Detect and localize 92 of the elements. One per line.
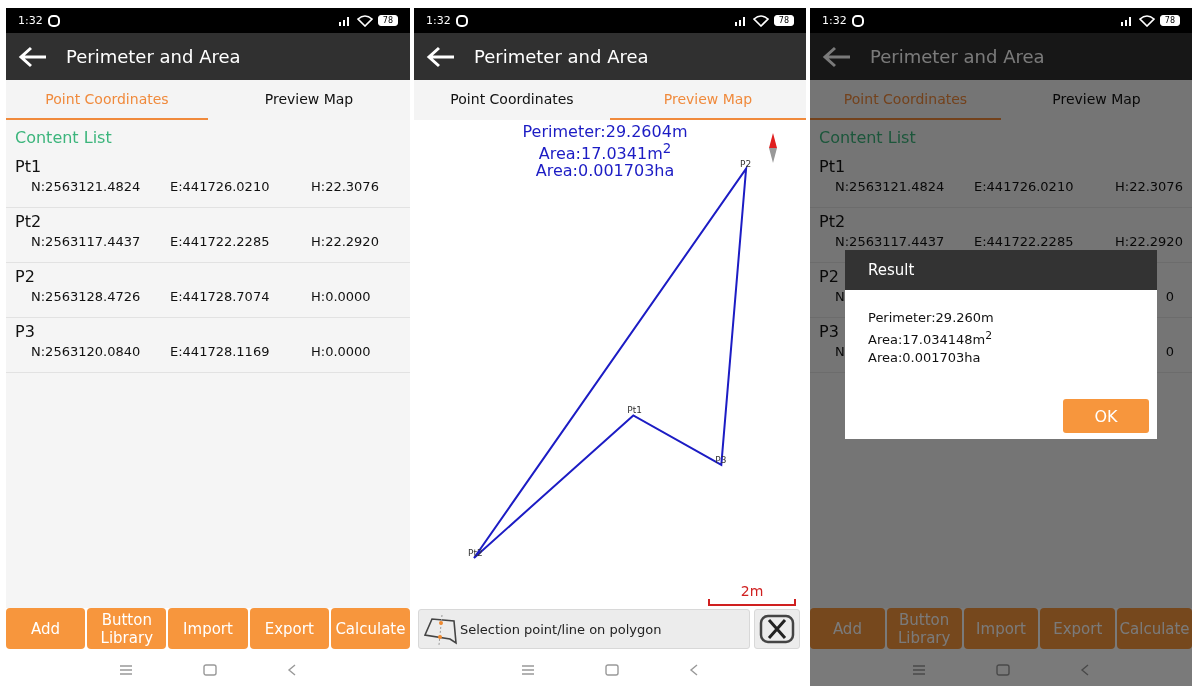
battery-level: 78	[773, 15, 794, 26]
northing: N:2563121.4824	[31, 179, 142, 194]
section-heading: Content List	[14, 127, 113, 149]
tab[interactable]: Preview Map	[208, 80, 410, 120]
easting: E:441726.0210	[974, 179, 1075, 194]
northing: N:2563120.0840	[31, 344, 142, 359]
point-label: Pt1	[627, 405, 642, 416]
compass-icon	[768, 133, 778, 163]
action-button[interactable]: Add	[6, 608, 86, 649]
action-button[interactable]: Add	[810, 608, 885, 649]
point-label: P2	[740, 158, 752, 169]
back-arrow-icon[interactable]	[18, 45, 48, 68]
height: H:22.3076	[1115, 179, 1184, 194]
height: 0	[1165, 344, 1174, 359]
screen-title: Perimeter and Area	[66, 46, 241, 67]
action-button[interactable]: Calculate	[1117, 608, 1192, 649]
action-button[interactable]: Export	[1040, 608, 1116, 649]
point-name: Pt2	[15, 212, 42, 231]
status-time: 1:32	[426, 14, 451, 27]
action-button[interactable]: Import	[168, 608, 248, 649]
home-icon[interactable]	[996, 663, 1010, 676]
point-row[interactable]: P2 N:2563128.4726 E:441728.7074 H:0.0000	[6, 263, 410, 318]
easting: E:441722.2285	[170, 234, 271, 249]
point-name: P3	[15, 322, 35, 341]
northing: N	[835, 344, 845, 359]
height: H:22.3076	[311, 179, 380, 194]
northing: N	[835, 289, 845, 304]
northing: N:2563128.4726	[31, 289, 142, 304]
battery-level: 78	[377, 15, 398, 26]
northing: N:2563117.4437	[835, 234, 946, 249]
height: H:22.2920	[1115, 234, 1184, 249]
selection-label: Selection point/line on polygon	[460, 621, 662, 637]
home-icon[interactable]	[605, 663, 619, 676]
result-line: Area:17.034148m$^{2}$	[868, 328, 994, 350]
action-button[interactable]: Button Library	[87, 608, 167, 649]
point-name: P3	[819, 322, 839, 341]
point-row[interactable]: Pt2 N:2563117.4437 E:441722.2285 H:22.2920	[6, 208, 410, 263]
easting: E:441722.2285	[974, 234, 1075, 249]
easting: E:441728.7074	[170, 289, 271, 304]
action-button[interactable]: Button Library	[886, 608, 962, 649]
result-line: Area:17.0341m$^{2}$	[538, 140, 672, 163]
screen-title: Perimeter and Area	[870, 46, 1045, 67]
selection-tool[interactable]: Selection point/line on polygon	[418, 609, 750, 649]
northing: N:2563121.4824	[835, 179, 946, 194]
notification-icon	[455, 14, 468, 27]
wifi-icon	[356, 14, 373, 27]
tab[interactable]: Point Coordinates	[414, 80, 610, 120]
status-time: 1:32	[822, 14, 847, 27]
result-line: Area:0.001703ha	[868, 349, 982, 368]
northing: N:2563117.4437	[31, 234, 142, 249]
close-button[interactable]	[754, 609, 800, 649]
height: H:22.2920	[311, 234, 380, 249]
action-button[interactable]: Calculate	[330, 608, 410, 649]
polygon-selection-icon	[422, 613, 458, 645]
home-icon[interactable]	[203, 663, 217, 676]
action-button[interactable]: Import	[963, 608, 1039, 649]
dialog-title: Result	[845, 250, 1157, 290]
easting: E:441726.0210	[170, 179, 271, 194]
back-icon[interactable]	[287, 663, 297, 676]
point-name: Pt1	[15, 157, 42, 176]
notification-icon	[851, 14, 864, 27]
point-name: P2	[819, 267, 839, 286]
menu-icon[interactable]	[119, 664, 133, 675]
height: 0	[1165, 289, 1174, 304]
point-row[interactable]: Pt1 N:2563121.4824 E:441726.0210 H:22.3076	[810, 153, 1192, 208]
battery-level: 78	[1159, 15, 1180, 26]
tab[interactable]: Preview Map	[1001, 80, 1192, 120]
back-icon[interactable]	[689, 663, 699, 676]
section-heading: Content List	[818, 127, 917, 149]
status-time: 1:32	[18, 14, 43, 27]
height: H:0.0000	[311, 289, 372, 304]
point-row[interactable]: P3 N:2563120.0840 E:441728.1169 H:0.0000	[6, 318, 410, 373]
point-name: P2	[15, 267, 35, 286]
result-line: Perimeter:29.260m	[868, 309, 995, 327]
point-name: Pt1	[819, 157, 846, 176]
wifi-icon	[1138, 14, 1155, 27]
action-button[interactable]: Export	[249, 608, 329, 649]
back-arrow-icon[interactable]	[426, 45, 456, 68]
menu-icon[interactable]	[912, 664, 926, 675]
ok-button[interactable]: OK	[1063, 399, 1149, 434]
result-line: Area:0.001703ha	[535, 162, 675, 180]
point-name: Pt2	[819, 212, 846, 231]
wifi-icon	[752, 14, 769, 27]
screen-title: Perimeter and Area	[474, 46, 649, 67]
result-line: Perimeter:29.2604m	[522, 123, 688, 140]
notification-icon	[47, 14, 60, 27]
back-icon[interactable]	[1080, 663, 1090, 676]
point-row[interactable]: Pt1 N:2563121.4824 E:441726.0210 H:22.3076	[6, 153, 410, 208]
menu-icon[interactable]	[521, 664, 535, 675]
easting: E:441728.1169	[170, 344, 271, 359]
scale-label: 2m	[740, 583, 764, 599]
height: H:0.0000	[311, 344, 372, 359]
